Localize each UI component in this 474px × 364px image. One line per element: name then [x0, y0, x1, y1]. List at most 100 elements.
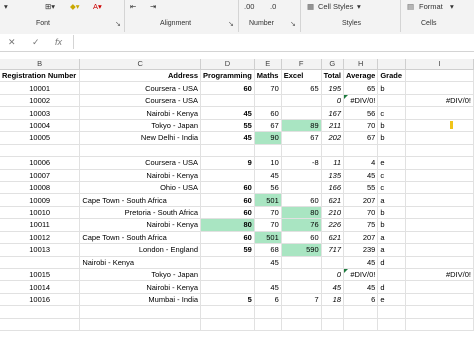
cell-reg[interactable]: 10014 — [0, 280, 81, 294]
cell-maths[interactable]: 90 — [254, 131, 282, 145]
cell-addr[interactable]: Mumbai - India — [79, 293, 202, 307]
cell-extra[interactable] — [405, 206, 474, 220]
formula-input[interactable] — [73, 35, 474, 49]
cell-excel[interactable]: 67 — [281, 131, 322, 145]
cell-prog[interactable]: 5 — [200, 293, 255, 307]
cell-avg[interactable]: 45 — [343, 256, 379, 270]
chevron-down-icon[interactable]: ▾ — [357, 2, 361, 11]
cell-prog[interactable]: 60 — [200, 206, 255, 220]
cell-excel[interactable] — [281, 144, 322, 158]
cell-reg[interactable]: 10015 — [0, 268, 81, 282]
cell-addr[interactable]: Ohio - USA — [79, 181, 202, 195]
cell-prog[interactable]: 9 — [200, 156, 255, 170]
cell-avg[interactable]: 56 — [343, 106, 379, 120]
cell-avg[interactable]: 6 — [343, 293, 379, 307]
cell-extra[interactable] — [405, 119, 474, 133]
cell-extra[interactable] — [405, 131, 474, 145]
cell-prog[interactable] — [200, 144, 255, 158]
cell-reg[interactable] — [0, 305, 81, 319]
enter-icon[interactable]: ✓ — [32, 37, 40, 48]
cell-grade[interactable] — [377, 305, 407, 319]
cell-total[interactable] — [321, 144, 345, 158]
cell-addr[interactable]: Cape Town - South Africa — [79, 193, 202, 207]
cell-maths[interactable]: 45 — [254, 169, 282, 182]
cell-reg[interactable]: 10013 — [0, 243, 81, 257]
cell-total[interactable]: 621 — [321, 193, 345, 207]
cell-grade[interactable]: a — [377, 193, 407, 207]
cell-grade[interactable]: d — [377, 256, 407, 270]
cell-reg[interactable] — [0, 318, 81, 332]
cell-prog[interactable] — [200, 94, 255, 108]
cell-avg[interactable]: 239 — [343, 243, 379, 257]
cell-prog[interactable]: 60 — [200, 81, 255, 95]
cell-reg[interactable]: 10004 — [0, 119, 81, 133]
cell-maths[interactable]: 45 — [254, 256, 282, 270]
indent-decrease-icon[interactable]: ⇤ — [130, 2, 136, 11]
cell-excel[interactable]: 7 — [281, 293, 322, 307]
cell-avg[interactable]: 70 — [343, 119, 379, 133]
decimal-decrease-icon[interactable]: .0 — [270, 2, 276, 11]
cell-maths[interactable]: 501 — [254, 193, 282, 207]
cell-total[interactable]: 18 — [321, 293, 345, 307]
cell-maths[interactable]: 6 — [254, 293, 282, 307]
cell-extra[interactable] — [405, 243, 474, 257]
cell-addr[interactable]: Tokyo - Japan — [79, 268, 202, 282]
cell-grade[interactable] — [377, 94, 407, 108]
cell-reg[interactable]: 10008 — [0, 181, 81, 195]
cell-avg[interactable]: 207 — [343, 231, 379, 245]
cell-prog[interactable]: 80 — [200, 218, 255, 232]
cell-addr[interactable]: Nairobi - Kenya — [79, 280, 202, 294]
cell-extra[interactable] — [405, 318, 474, 332]
cell-reg[interactable]: 10002 — [0, 94, 81, 108]
column-header-b[interactable]: B — [0, 59, 81, 70]
cell-extra[interactable] — [405, 305, 474, 319]
cell-prog[interactable] — [200, 268, 255, 282]
cell-avg[interactable]: #DIV/0! — [343, 268, 379, 282]
cell-avg[interactable]: 45 — [343, 280, 379, 294]
cell-extra[interactable] — [405, 169, 474, 182]
cell-maths[interactable]: 70 — [254, 218, 282, 232]
font-size-box[interactable]: ▾ — [4, 2, 8, 11]
cell-maths[interactable]: 45 — [254, 280, 282, 294]
cell-grade[interactable]: b — [377, 206, 407, 220]
cell-addr[interactable]: Coursera - USA — [79, 81, 202, 95]
cell-grade[interactable]: b — [377, 81, 407, 95]
cell-total[interactable] — [321, 305, 345, 319]
cell-avg[interactable] — [343, 318, 379, 332]
header-registration[interactable]: Registration Number — [0, 69, 81, 83]
cell-maths[interactable] — [254, 144, 282, 158]
cell-reg[interactable]: 10010 — [0, 206, 81, 220]
chevron-down-icon[interactable]: ▾ — [450, 2, 454, 11]
cell-grade[interactable]: b — [377, 131, 407, 145]
cell-extra[interactable] — [405, 81, 474, 95]
cell-reg[interactable] — [0, 256, 81, 270]
cell-reg[interactable]: 10005 — [0, 131, 81, 145]
cell-excel[interactable]: -8 — [281, 156, 322, 170]
cell-addr[interactable]: Nairobi - Kenya — [79, 106, 202, 120]
cell-maths[interactable] — [254, 305, 282, 319]
cell-grade[interactable]: e — [377, 156, 407, 170]
header-average[interactable]: Average — [343, 69, 379, 83]
cell-avg[interactable]: 55 — [343, 181, 379, 195]
cell-maths[interactable]: 70 — [254, 81, 282, 95]
header-total[interactable]: Total — [321, 69, 345, 83]
cell-maths[interactable] — [254, 268, 282, 282]
cell-excel[interactable]: 60 — [281, 193, 322, 207]
header-excel[interactable]: Excel — [281, 69, 322, 83]
cell-excel[interactable]: 89 — [281, 119, 322, 133]
cell-excel[interactable]: 80 — [281, 206, 322, 220]
cell-extra[interactable] — [405, 156, 474, 170]
cell-total[interactable]: 195 — [321, 81, 345, 95]
cell-extra[interactable] — [405, 280, 474, 294]
cell-grade[interactable] — [377, 144, 407, 158]
cell-addr[interactable]: Cape Town - South Africa — [79, 231, 202, 245]
cell-maths[interactable]: 10 — [254, 156, 282, 170]
cell-maths[interactable]: 56 — [254, 181, 282, 195]
cell-grade[interactable]: b — [377, 119, 407, 133]
cell-reg[interactable]: 10011 — [0, 218, 81, 232]
cell-excel[interactable]: 76 — [281, 218, 322, 232]
format-button[interactable]: Format — [419, 2, 443, 11]
alignment-launcher-icon[interactable]: ↘ — [228, 20, 234, 28]
cell-prog[interactable] — [200, 169, 255, 182]
header-grade[interactable]: Grade — [377, 69, 407, 83]
